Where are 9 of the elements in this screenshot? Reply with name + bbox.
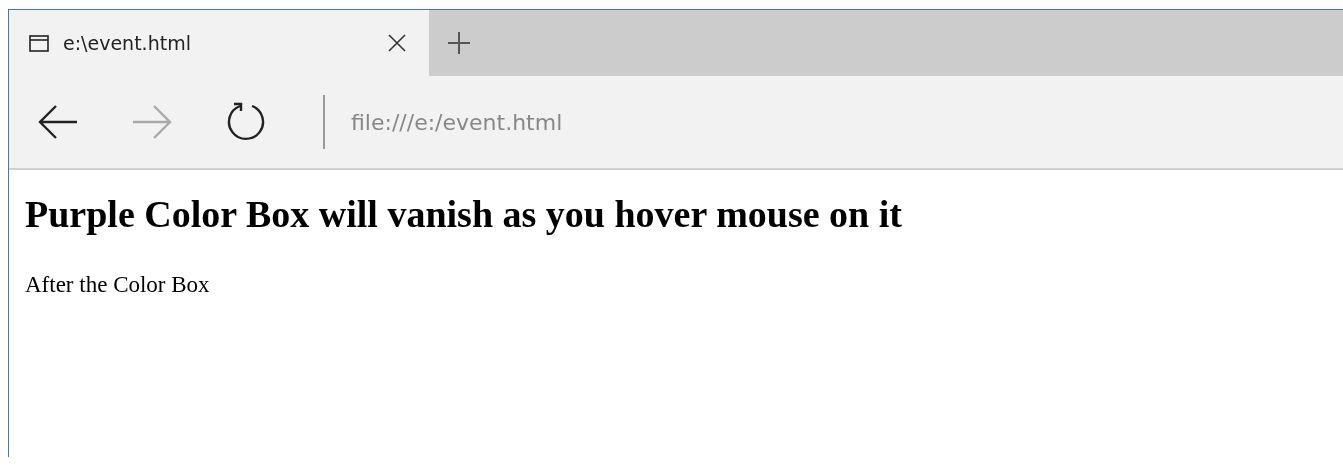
close-icon[interactable] — [387, 33, 407, 53]
back-icon[interactable] — [37, 104, 79, 140]
refresh-icon[interactable] — [225, 101, 267, 143]
browser-tab[interactable]: e:\event.html — [9, 10, 429, 76]
tab-title: e:\event.html — [63, 32, 192, 54]
new-tab-icon[interactable] — [447, 31, 471, 55]
page-heading: Purple Color Box will vanish as you hover mouse on it — [25, 192, 903, 236]
page-paragraph: After the Color Box — [25, 272, 211, 298]
window-icon — [29, 34, 49, 52]
